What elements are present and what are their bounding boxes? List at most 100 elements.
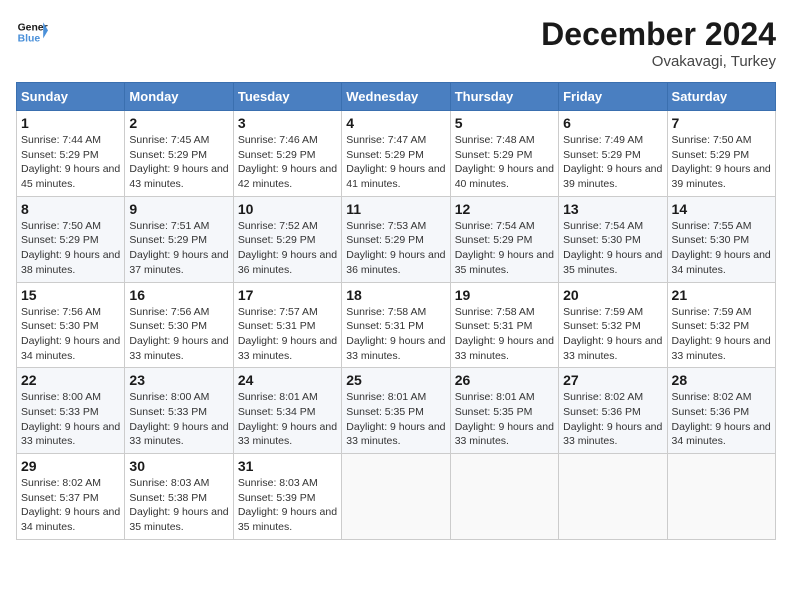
weekday-header: Sunday bbox=[17, 83, 125, 111]
day-number: 31 bbox=[238, 458, 337, 474]
logo: General Blue bbox=[16, 16, 48, 48]
day-number: 22 bbox=[21, 372, 120, 388]
location: Ovakavagi, Turkey bbox=[541, 53, 776, 70]
calendar-day-cell: 18 Sunrise: 7:58 AMSunset: 5:31 PMDayligh… bbox=[342, 282, 450, 368]
calendar-day-cell: 11Sunrise: 7:53 AMSunset: 5:29 PMDayligh… bbox=[342, 196, 450, 282]
calendar-day-cell: 12 Sunrise: 7:54 AMSunset: 5:29 PMDayligh… bbox=[450, 196, 558, 282]
day-number: 19 bbox=[455, 287, 554, 303]
day-info: Sunrise: 7:56 AMSunset: 5:30 PMDaylight:… bbox=[21, 305, 120, 364]
day-info: Sunrise: 7:58 AMSunset: 5:31 PMDaylight:… bbox=[455, 305, 554, 364]
day-info: Sunrise: 7:44 AMSunset: 5:29 PMDaylight:… bbox=[21, 133, 120, 192]
calendar-day-cell: 30Sunrise: 8:03 AMSunset: 5:38 PMDayligh… bbox=[125, 454, 233, 540]
day-number: 18 bbox=[346, 287, 445, 303]
day-info: Sunrise: 7:58 AMSunset: 5:31 PMDaylight:… bbox=[346, 305, 445, 364]
day-info: Sunrise: 8:02 AMSunset: 5:36 PMDaylight:… bbox=[672, 390, 771, 449]
day-info: Sunrise: 7:47 AMSunset: 5:29 PMDaylight:… bbox=[346, 133, 445, 192]
day-info: Sunrise: 7:50 AMSunset: 5:29 PMDaylight:… bbox=[672, 133, 771, 192]
calendar-day-cell: 22 Sunrise: 8:00 AMSunset: 5:33 PMDayligh… bbox=[17, 368, 125, 454]
day-info: Sunrise: 7:59 AMSunset: 5:32 PMDaylight:… bbox=[563, 305, 662, 364]
day-number: 7 bbox=[672, 115, 771, 131]
day-info: Sunrise: 7:54 AMSunset: 5:30 PMDaylight:… bbox=[563, 219, 662, 278]
calendar-week-row: 15 Sunrise: 7:56 AMSunset: 5:30 PMDayligh… bbox=[17, 282, 776, 368]
day-number: 15 bbox=[21, 287, 120, 303]
calendar-day-cell: 13 Sunrise: 7:54 AMSunset: 5:30 PMDayligh… bbox=[559, 196, 667, 282]
day-info: Sunrise: 8:03 AMSunset: 5:38 PMDaylight:… bbox=[129, 476, 228, 535]
day-number: 3 bbox=[238, 115, 337, 131]
calendar-day-cell: 24 Sunrise: 8:01 AMSunset: 5:34 PMDayligh… bbox=[233, 368, 341, 454]
day-info: Sunrise: 8:01 AMSunset: 5:34 PMDaylight:… bbox=[238, 390, 337, 449]
day-info: Sunrise: 7:51 AMSunset: 5:29 PMDaylight:… bbox=[129, 219, 228, 278]
calendar-day-cell: 9 Sunrise: 7:51 AMSunset: 5:29 PMDaylight… bbox=[125, 196, 233, 282]
calendar-day-cell: 19 Sunrise: 7:58 AMSunset: 5:31 PMDayligh… bbox=[450, 282, 558, 368]
day-info: Sunrise: 7:48 AMSunset: 5:29 PMDaylight:… bbox=[455, 133, 554, 192]
day-number: 2 bbox=[129, 115, 228, 131]
weekday-header: Friday bbox=[559, 83, 667, 111]
day-info: Sunrise: 7:56 AMSunset: 5:30 PMDaylight:… bbox=[129, 305, 228, 364]
day-info: Sunrise: 7:57 AMSunset: 5:31 PMDaylight:… bbox=[238, 305, 337, 364]
calendar-day-cell: 26Sunrise: 8:01 AMSunset: 5:35 PMDayligh… bbox=[450, 368, 558, 454]
day-number: 4 bbox=[346, 115, 445, 131]
weekday-header: Saturday bbox=[667, 83, 775, 111]
calendar-day-cell: 3 Sunrise: 7:46 AMSunset: 5:29 PMDaylight… bbox=[233, 111, 341, 197]
calendar-week-row: 8Sunrise: 7:50 AMSunset: 5:29 PMDaylight… bbox=[17, 196, 776, 282]
day-info: Sunrise: 7:55 AMSunset: 5:30 PMDaylight:… bbox=[672, 219, 771, 278]
day-number: 8 bbox=[21, 201, 120, 217]
day-info: Sunrise: 8:01 AMSunset: 5:35 PMDaylight:… bbox=[346, 390, 445, 449]
calendar-day-cell bbox=[559, 454, 667, 540]
day-number: 23 bbox=[129, 372, 228, 388]
day-number: 13 bbox=[563, 201, 662, 217]
calendar-day-cell: 25 Sunrise: 8:01 AMSunset: 5:35 PMDayligh… bbox=[342, 368, 450, 454]
day-number: 20 bbox=[563, 287, 662, 303]
day-info: Sunrise: 8:00 AMSunset: 5:33 PMDaylight:… bbox=[21, 390, 120, 449]
calendar-day-cell: 10Sunrise: 7:52 AMSunset: 5:29 PMDayligh… bbox=[233, 196, 341, 282]
day-number: 29 bbox=[21, 458, 120, 474]
calendar-week-row: 22 Sunrise: 8:00 AMSunset: 5:33 PMDayligh… bbox=[17, 368, 776, 454]
calendar-day-cell: 29 Sunrise: 8:02 AMSunset: 5:37 PMDayligh… bbox=[17, 454, 125, 540]
day-number: 1 bbox=[21, 115, 120, 131]
calendar-day-cell: 1 Sunrise: 7:44 AMSunset: 5:29 PMDaylight… bbox=[17, 111, 125, 197]
day-info: Sunrise: 8:03 AMSunset: 5:39 PMDaylight:… bbox=[238, 476, 337, 535]
calendar-day-cell: 5 Sunrise: 7:48 AMSunset: 5:29 PMDaylight… bbox=[450, 111, 558, 197]
calendar-day-cell: 14 Sunrise: 7:55 AMSunset: 5:30 PMDayligh… bbox=[667, 196, 775, 282]
day-info: Sunrise: 7:49 AMSunset: 5:29 PMDaylight:… bbox=[563, 133, 662, 192]
day-number: 5 bbox=[455, 115, 554, 131]
calendar-day-cell: 15 Sunrise: 7:56 AMSunset: 5:30 PMDayligh… bbox=[17, 282, 125, 368]
calendar-week-row: 1 Sunrise: 7:44 AMSunset: 5:29 PMDaylight… bbox=[17, 111, 776, 197]
day-number: 14 bbox=[672, 201, 771, 217]
calendar-day-cell: 16 Sunrise: 7:56 AMSunset: 5:30 PMDayligh… bbox=[125, 282, 233, 368]
day-number: 28 bbox=[672, 372, 771, 388]
calendar-day-cell: 17 Sunrise: 7:57 AMSunset: 5:31 PMDayligh… bbox=[233, 282, 341, 368]
day-number: 21 bbox=[672, 287, 771, 303]
day-number: 16 bbox=[129, 287, 228, 303]
calendar-week-row: 29 Sunrise: 8:02 AMSunset: 5:37 PMDayligh… bbox=[17, 454, 776, 540]
calendar-day-cell: 27Sunrise: 8:02 AMSunset: 5:36 PMDayligh… bbox=[559, 368, 667, 454]
weekday-header: Thursday bbox=[450, 83, 558, 111]
day-number: 9 bbox=[129, 201, 228, 217]
day-number: 17 bbox=[238, 287, 337, 303]
day-info: Sunrise: 8:00 AMSunset: 5:33 PMDaylight:… bbox=[129, 390, 228, 449]
calendar-day-cell: 2 Sunrise: 7:45 AMSunset: 5:29 PMDaylight… bbox=[125, 111, 233, 197]
day-number: 24 bbox=[238, 372, 337, 388]
calendar-table: SundayMondayTuesdayWednesdayThursdayFrid… bbox=[16, 82, 776, 540]
svg-text:Blue: Blue bbox=[18, 34, 41, 45]
day-info: Sunrise: 7:53 AMSunset: 5:29 PMDaylight:… bbox=[346, 219, 445, 278]
calendar-day-cell: 4 Sunrise: 7:47 AMSunset: 5:29 PMDaylight… bbox=[342, 111, 450, 197]
day-info: Sunrise: 8:02 AMSunset: 5:37 PMDaylight:… bbox=[21, 476, 120, 535]
weekday-header: Wednesday bbox=[342, 83, 450, 111]
month-title: December 2024 bbox=[541, 16, 776, 53]
calendar-day-cell bbox=[450, 454, 558, 540]
day-info: Sunrise: 7:59 AMSunset: 5:32 PMDaylight:… bbox=[672, 305, 771, 364]
title-block: December 2024 Ovakavagi, Turkey bbox=[541, 16, 776, 70]
calendar-day-cell bbox=[342, 454, 450, 540]
weekday-header: Tuesday bbox=[233, 83, 341, 111]
page-header: General Blue December 2024 Ovakavagi, Tu… bbox=[16, 16, 776, 70]
day-number: 10 bbox=[238, 201, 337, 217]
day-number: 12 bbox=[455, 201, 554, 217]
day-info: Sunrise: 7:45 AMSunset: 5:29 PMDaylight:… bbox=[129, 133, 228, 192]
day-info: Sunrise: 7:46 AMSunset: 5:29 PMDaylight:… bbox=[238, 133, 337, 192]
calendar-header-row: SundayMondayTuesdayWednesdayThursdayFrid… bbox=[17, 83, 776, 111]
day-number: 25 bbox=[346, 372, 445, 388]
day-info: Sunrise: 8:02 AMSunset: 5:36 PMDaylight:… bbox=[563, 390, 662, 449]
day-info: Sunrise: 7:54 AMSunset: 5:29 PMDaylight:… bbox=[455, 219, 554, 278]
calendar-day-cell: 28 Sunrise: 8:02 AMSunset: 5:36 PMDayligh… bbox=[667, 368, 775, 454]
